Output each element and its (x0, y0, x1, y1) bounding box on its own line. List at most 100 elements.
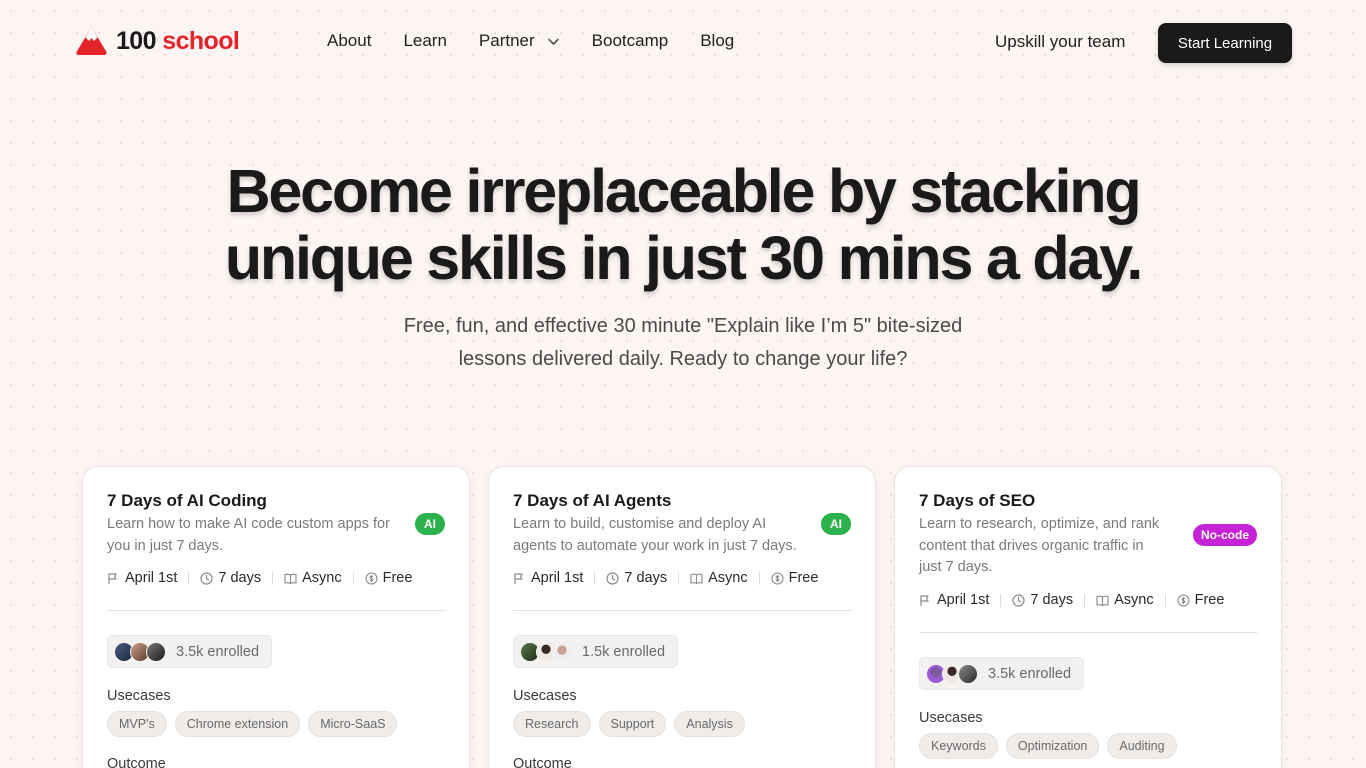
card-divider (107, 610, 446, 611)
card-description: Learn to build, customise and deploy AI … (513, 516, 797, 554)
book-icon (284, 573, 297, 584)
format: Async (302, 570, 342, 586)
card-title: 7 Days of AI Coding (107, 491, 267, 510)
usecase-tag: Research (513, 711, 591, 737)
usecase-tags: Keywords Optimization Auditing (919, 733, 1185, 759)
card-title: 7 Days of SEO (919, 491, 1036, 510)
meta-divider (1000, 593, 1002, 607)
avatar-stack (114, 641, 166, 662)
usecases-label: Usecases (107, 688, 171, 704)
coin-icon (1177, 593, 1190, 607)
meta-divider (272, 571, 274, 585)
avatar-stack (520, 641, 572, 662)
price: Free (382, 570, 413, 586)
start-date: April 1st (937, 592, 990, 608)
avatar (552, 641, 572, 662)
meta-divider (758, 571, 760, 585)
top-nav: 100 school About Learn Partner Bootcamp … (0, 0, 1366, 86)
hero-title: Become irreplaceable by stacking unique … (0, 158, 1366, 292)
usecase-tag: MVP's (107, 711, 167, 737)
meta-divider (1084, 593, 1086, 607)
book-icon (690, 573, 703, 584)
card-description: Learn to research, optimize, and rank co… (919, 516, 1160, 575)
nav-links: About Learn Partner Bootcamp Blog (327, 31, 766, 51)
hero-subtitle: Free, fun, and effective 30 minute "Expl… (383, 310, 983, 376)
card-meta: April 1st 7 days Async Free (513, 570, 818, 586)
usecase-tag: Optimization (1005, 733, 1100, 759)
usecase-tags: MVP's Chrome extension Micro-SaaS (107, 711, 405, 737)
avatar (958, 663, 978, 684)
enrolled-count: 3.5k enrolled (176, 643, 260, 660)
price: Free (788, 570, 819, 586)
nav-partner-label: Partner (478, 31, 535, 50)
clock-icon (606, 571, 619, 585)
course-card-ai-coding[interactable]: 7 Days of AI Coding Learn how to make AI… (82, 466, 470, 768)
usecase-tag: Auditing (1107, 733, 1177, 759)
format: Async (708, 570, 748, 586)
meta-divider (594, 571, 596, 585)
duration: 7 days (624, 570, 668, 586)
enrolled-pill: 3.5k enrolled (107, 635, 273, 668)
outcome-label: Outcome (107, 756, 166, 768)
coin-icon (771, 571, 784, 585)
hero-subtitle-line-2: lessons delivered daily. Ready to change… (458, 348, 908, 370)
duration: 7 days (1030, 592, 1074, 608)
outcome-label: Outcome (513, 756, 572, 768)
enrolled-pill: 3.5k enrolled (919, 657, 1085, 690)
usecases-label: Usecases (919, 710, 983, 726)
logo-number: 100 (116, 26, 157, 55)
course-card-ai-agents[interactable]: 7 Days of AI Agents Learn to build, cust… (488, 466, 876, 768)
usecases-label: Usecases (513, 688, 577, 704)
hero-title-line-2: unique skills in just 30 mins a day. (224, 224, 1144, 292)
usecase-tag: Keywords (919, 733, 998, 759)
nav-learn[interactable]: Learn (403, 31, 446, 51)
hero-subtitle-line-1: Free, fun, and effective 30 minute "Expl… (403, 315, 963, 337)
logo[interactable]: 100 school (75, 26, 240, 56)
card-title: 7 Days of AI Agents (513, 491, 672, 510)
usecase-tags: Research Support Analysis (513, 711, 753, 737)
usecase-tag: Micro-SaaS (308, 711, 398, 737)
nav-blog[interactable]: Blog (700, 31, 734, 51)
course-card-seo[interactable]: 7 Days of SEO Learn to research, optimiz… (894, 466, 1282, 768)
avatar (146, 641, 166, 662)
price: Free (1194, 592, 1225, 608)
usecase-tag: Chrome extension (174, 711, 301, 737)
start-date: April 1st (531, 570, 584, 586)
mountain-logo-icon (76, 27, 107, 55)
enrolled-pill: 1.5k enrolled (513, 635, 679, 668)
card-divider (919, 632, 1258, 633)
category-badge: No-code (1193, 524, 1257, 546)
nav-partner[interactable]: Partner (479, 31, 560, 51)
nav-about[interactable]: About (327, 31, 371, 51)
card-meta: April 1st 7 days Async Free (919, 592, 1224, 608)
card-description: Learn how to make AI code custom apps fo… (107, 516, 390, 554)
enrolled-count: 3.5k enrolled (988, 665, 1072, 682)
usecase-tag: Analysis (674, 711, 745, 737)
duration: 7 days (218, 570, 262, 586)
start-learning-button[interactable]: Start Learning (1158, 23, 1292, 63)
format: Async (1114, 592, 1154, 608)
coin-icon (365, 571, 378, 585)
flag-icon (108, 572, 117, 584)
enrolled-count: 1.5k enrolled (582, 643, 666, 660)
chevron-down-icon (547, 38, 559, 45)
meta-divider (1164, 593, 1166, 607)
clock-icon (200, 571, 213, 585)
meta-divider (188, 571, 190, 585)
start-date: April 1st (125, 570, 178, 586)
flag-icon (920, 594, 929, 606)
category-badge: AI (415, 513, 445, 535)
hero-title-line-1: Become irreplaceable by stacking (226, 157, 1142, 225)
nav-bootcamp[interactable]: Bootcamp (592, 31, 669, 51)
card-meta: April 1st 7 days Async Free (107, 570, 412, 586)
category-badge: AI (821, 513, 851, 535)
card-divider (513, 610, 852, 611)
meta-divider (678, 571, 680, 585)
usecase-tag: Support (598, 711, 667, 737)
flag-icon (514, 572, 523, 584)
upskill-link[interactable]: Upskill your team (995, 32, 1125, 52)
clock-icon (1012, 593, 1025, 607)
logo-word: school (162, 26, 240, 55)
meta-divider (352, 571, 354, 585)
book-icon (1096, 595, 1109, 606)
